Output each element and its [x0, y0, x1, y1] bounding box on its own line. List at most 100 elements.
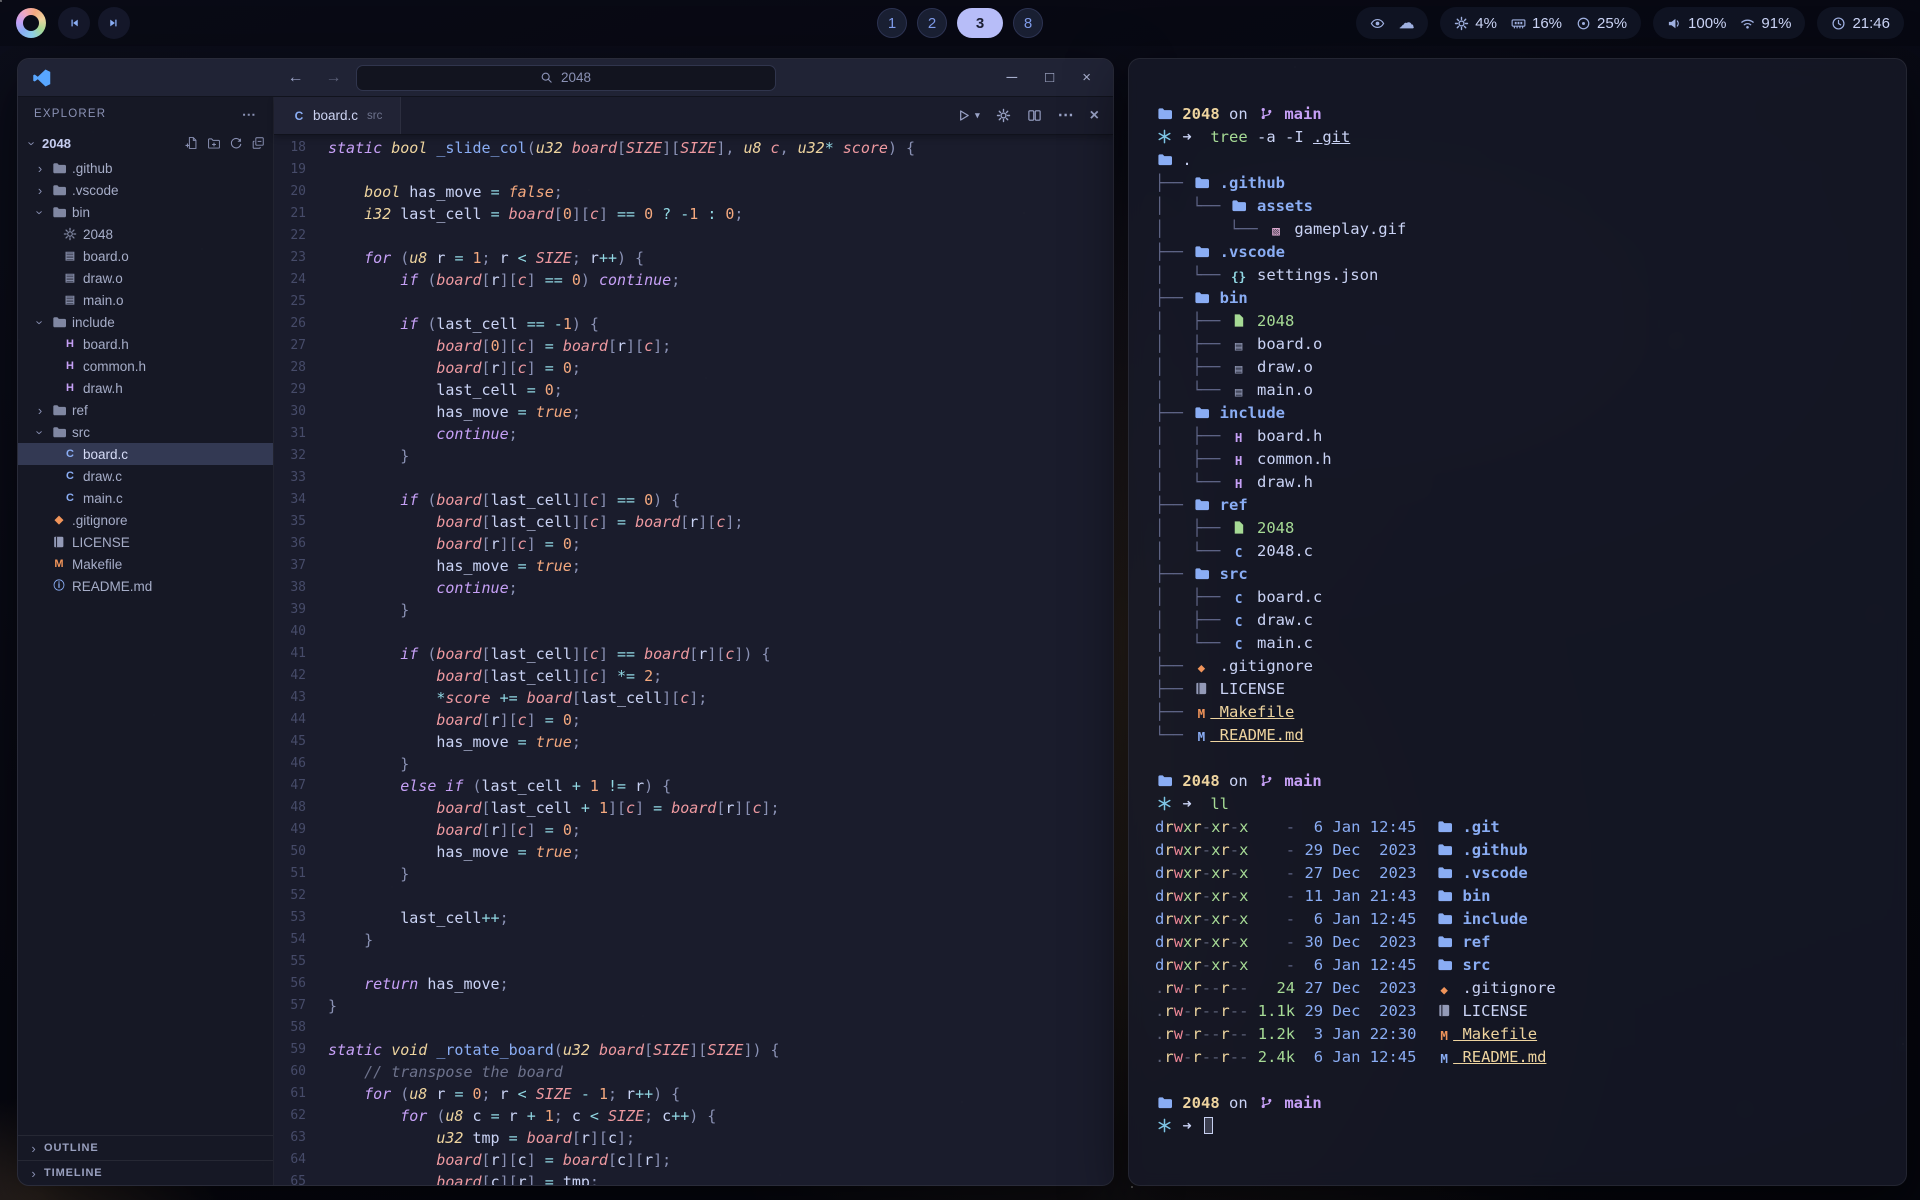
workspace-3[interactable]: 3 — [957, 8, 1003, 38]
line-number[interactable]: 41 — [274, 643, 328, 665]
editor-settings-button[interactable] — [996, 108, 1011, 123]
clock-module[interactable]: 21:46 — [1817, 7, 1904, 39]
project-root-row[interactable]: › 2048 — [18, 131, 273, 155]
line-number[interactable]: 62 — [274, 1105, 328, 1127]
line-number[interactable]: 58 — [274, 1017, 328, 1039]
line-number[interactable]: 18 — [274, 137, 328, 159]
line-number[interactable]: 56 — [274, 973, 328, 995]
code-line[interactable]: 50 has_move = true; — [274, 841, 1113, 863]
minimize-button[interactable]: ─ — [1007, 70, 1018, 85]
line-number[interactable]: 30 — [274, 401, 328, 423]
system-module[interactable]: 4%16%25% — [1440, 7, 1641, 39]
sidebar-item-board.c[interactable]: Cboard.c — [18, 443, 273, 465]
arrow-left-button[interactable]: ← — [288, 70, 304, 86]
line-number[interactable]: 34 — [274, 489, 328, 511]
code-line[interactable]: 62 for (u8 c = r + 1; c < SIZE; c++) { — [274, 1105, 1113, 1127]
code-line[interactable]: 41 if (board[last_cell][c] == board[r][c… — [274, 643, 1113, 665]
code-line[interactable]: 58 — [274, 1017, 1113, 1039]
close-button[interactable]: × — [1082, 70, 1091, 85]
code-line[interactable]: 55 — [274, 951, 1113, 973]
line-number[interactable]: 42 — [274, 665, 328, 687]
terminal-cursor[interactable] — [1204, 1117, 1213, 1134]
code-line[interactable]: 56 return has_move; — [274, 973, 1113, 995]
line-number[interactable]: 57 — [274, 995, 328, 1017]
code-line[interactable]: 30 has_move = true; — [274, 401, 1113, 423]
code-line[interactable]: 39 } — [274, 599, 1113, 621]
sidebar-item-README.md[interactable]: ⓘREADME.md — [18, 575, 273, 597]
code-line[interactable]: 34 if (board[last_cell][c] == 0) { — [274, 489, 1113, 511]
code-line[interactable]: 54 } — [274, 929, 1113, 951]
line-number[interactable]: 35 — [274, 511, 328, 533]
refresh-button[interactable] — [229, 136, 243, 150]
code-line[interactable]: 28 board[r][c] = 0; — [274, 357, 1113, 379]
line-number[interactable]: 45 — [274, 731, 328, 753]
media-previous-button[interactable] — [58, 7, 90, 39]
code-line[interactable]: 31 continue; — [274, 423, 1113, 445]
code-line[interactable]: 20 bool has_move = false; — [274, 181, 1113, 203]
code-line[interactable]: 64 board[r][c] = board[c][r]; — [274, 1149, 1113, 1171]
sidebar-item-draw.o[interactable]: ▤draw.o — [18, 267, 273, 289]
line-number[interactable]: 23 — [274, 247, 328, 269]
run-dropdown-button[interactable]: ▾ — [975, 111, 980, 120]
sidebar-item-.gitignore[interactable]: ◆.gitignore — [18, 509, 273, 531]
line-number[interactable]: 37 — [274, 555, 328, 577]
audio-network-module[interactable]: 100%91% — [1653, 7, 1805, 39]
code-line[interactable]: 45 has_move = true; — [274, 731, 1113, 753]
code-line[interactable]: 47 else if (last_cell + 1 != r) { — [274, 775, 1113, 797]
line-number[interactable]: 26 — [274, 313, 328, 335]
sidebar-item-2048[interactable]: 2048 — [18, 223, 273, 245]
collapse-all-button[interactable] — [251, 136, 265, 150]
line-number[interactable]: 52 — [274, 885, 328, 907]
code-line[interactable]: 60 // transpose the board — [274, 1061, 1113, 1083]
code-line[interactable]: 18static bool _slide_col(u32 board[SIZE]… — [274, 137, 1113, 159]
workspace-1[interactable]: 1 — [877, 8, 907, 38]
sidebar-item-LICENSE[interactable]: LICENSE — [18, 531, 273, 553]
line-number[interactable]: 29 — [274, 379, 328, 401]
run-button[interactable] — [956, 108, 971, 123]
code-line[interactable]: 40 — [274, 621, 1113, 643]
line-number[interactable]: 31 — [274, 423, 328, 445]
line-number[interactable]: 47 — [274, 775, 328, 797]
code-line[interactable]: 21 i32 last_cell = board[0][c] == 0 ? -1… — [274, 203, 1113, 225]
line-number[interactable]: 61 — [274, 1083, 328, 1105]
media-next-button[interactable] — [98, 7, 130, 39]
command-center-search[interactable]: 2048 — [356, 65, 776, 91]
line-number[interactable]: 20 — [274, 181, 328, 203]
explorer-more-icon[interactable]: ⋯ — [242, 107, 257, 121]
code-line[interactable]: 24 if (board[r][c] == 0) continue; — [274, 269, 1113, 291]
code-line[interactable]: 49 board[r][c] = 0; — [274, 819, 1113, 841]
code-line[interactable]: 48 board[last_cell + 1][c] = board[r][c]… — [274, 797, 1113, 819]
sidebar-item-.vscode[interactable]: ›.vscode — [18, 179, 273, 201]
line-number[interactable]: 40 — [274, 621, 328, 643]
code-line[interactable]: 42 board[last_cell][c] *= 2; — [274, 665, 1113, 687]
launcher-logo-icon[interactable] — [16, 8, 46, 38]
sidebar-item-src[interactable]: ›src — [18, 421, 273, 443]
line-number[interactable]: 63 — [274, 1127, 328, 1149]
code-line[interactable]: 32 } — [274, 445, 1113, 467]
line-number[interactable]: 36 — [274, 533, 328, 555]
sidebar-item-ref[interactable]: ›ref — [18, 399, 273, 421]
code-line[interactable]: 22 — [274, 225, 1113, 247]
line-number[interactable]: 50 — [274, 841, 328, 863]
code-line[interactable]: 23 for (u8 r = 1; r < SIZE; r++) { — [274, 247, 1113, 269]
sidebar-item-main.c[interactable]: Cmain.c — [18, 487, 273, 509]
line-number[interactable]: 54 — [274, 929, 328, 951]
line-number[interactable]: 33 — [274, 467, 328, 489]
line-number[interactable]: 49 — [274, 819, 328, 841]
arrow-right-button[interactable]: → — [326, 70, 342, 86]
sidebar-item-main.o[interactable]: ▤main.o — [18, 289, 273, 311]
code-line[interactable]: 29 last_cell = 0; — [274, 379, 1113, 401]
code-line[interactable]: 37 has_move = true; — [274, 555, 1113, 577]
sidebar-item-board.o[interactable]: ▤board.o — [18, 245, 273, 267]
code-line[interactable]: 26 if (last_cell == -1) { — [274, 313, 1113, 335]
code-line[interactable]: 44 board[r][c] = 0; — [274, 709, 1113, 731]
sidebar-item-draw.h[interactable]: Hdraw.h — [18, 377, 273, 399]
line-number[interactable]: 28 — [274, 357, 328, 379]
sidebar-item-.github[interactable]: ›.github — [18, 157, 273, 179]
more-actions-button[interactable]: ⋯ — [1058, 108, 1074, 124]
code-line[interactable]: 63 u32 tmp = board[r][c]; — [274, 1127, 1113, 1149]
code-line[interactable]: 52 — [274, 885, 1113, 907]
line-number[interactable]: 46 — [274, 753, 328, 775]
outline-panel[interactable]: › OUTLINE — [18, 1135, 273, 1160]
line-number[interactable]: 48 — [274, 797, 328, 819]
